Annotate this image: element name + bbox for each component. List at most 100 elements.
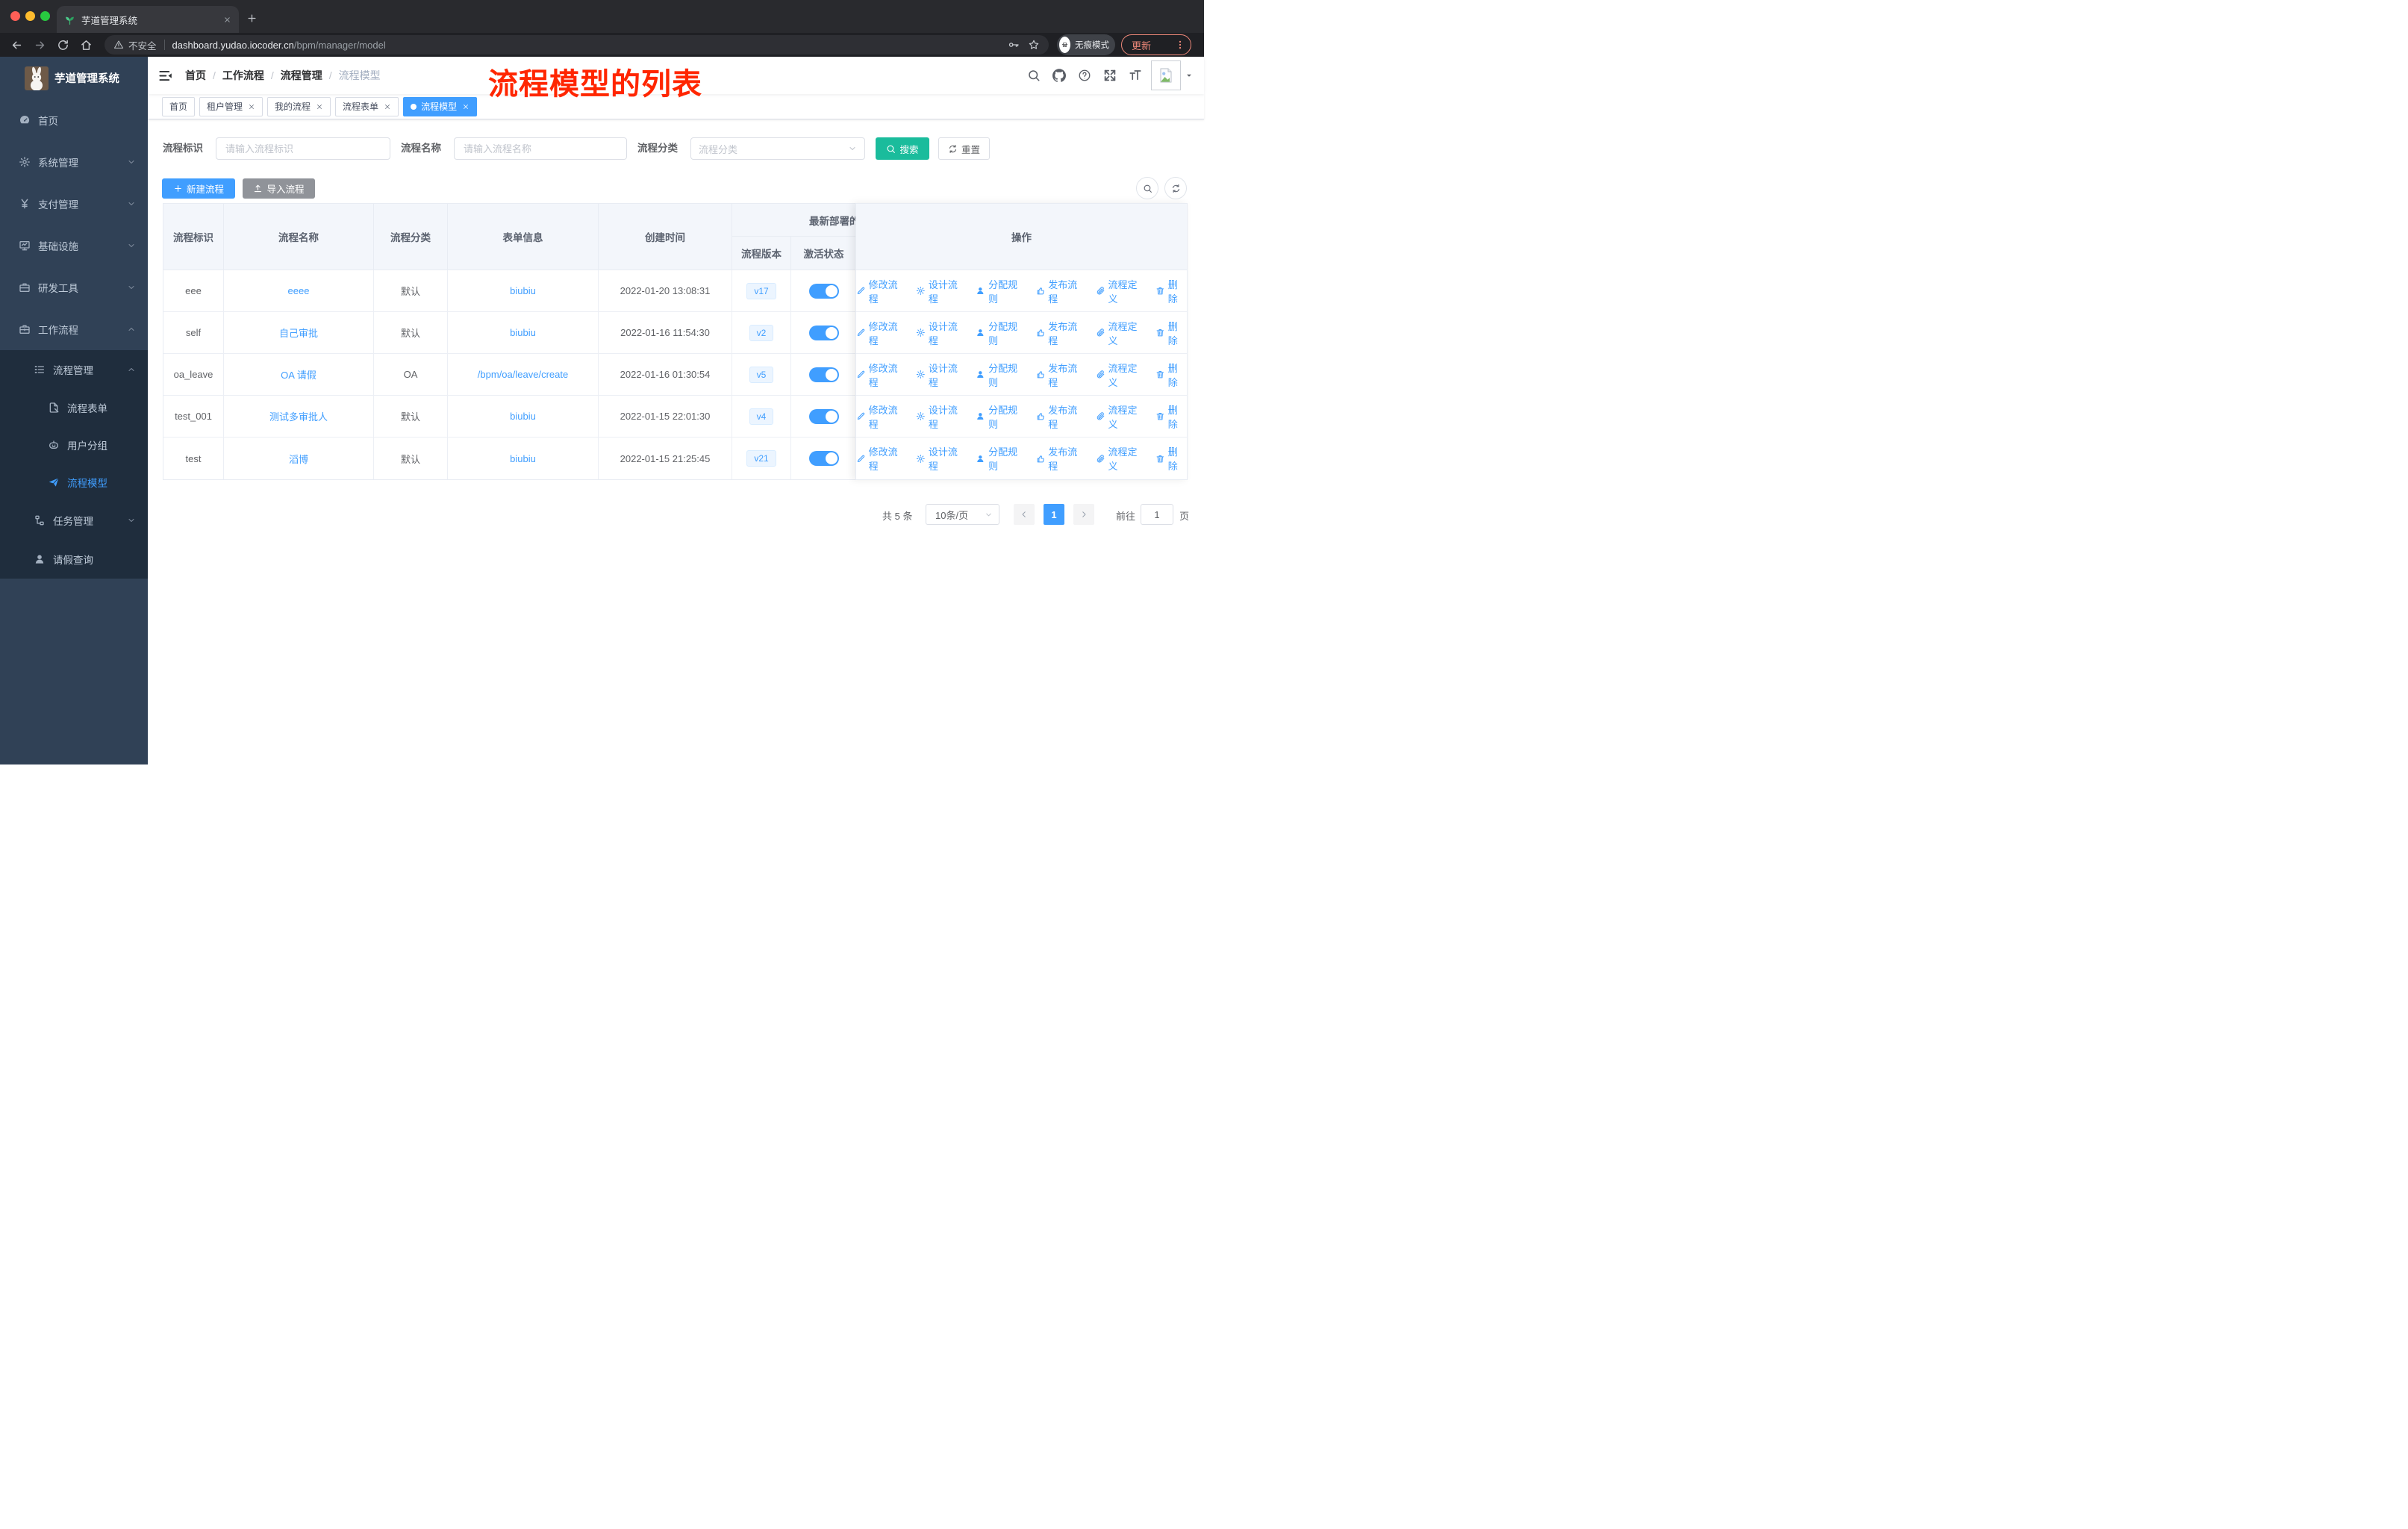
action-gear-link[interactable]: 设计流程 [916, 361, 966, 389]
active-toggle[interactable] [808, 367, 839, 382]
action-pencil-link[interactable]: 修改流程 [856, 444, 906, 473]
address-bar[interactable]: 不安全 dashboard.yudao.iocoder.cn/bpm/manag… [105, 35, 1049, 55]
action-thumb-link[interactable]: 发布流程 [1036, 319, 1086, 347]
toggle-search-button[interactable] [1136, 177, 1158, 199]
import-process-button[interactable]: 导入流程 [243, 178, 315, 199]
action-paperclip-link[interactable]: 流程定义 [1096, 361, 1146, 389]
tag-4[interactable]: 流程模型 [403, 96, 478, 116]
breadcrumb-item[interactable]: 流程管理 [281, 68, 322, 83]
active-toggle[interactable] [808, 451, 839, 466]
window-close-button[interactable] [10, 11, 20, 21]
sidebar-logo-row[interactable]: 芋道管理系统 [0, 57, 148, 99]
create-process-button[interactable]: 新建流程 [162, 178, 235, 199]
tag-close-icon[interactable] [462, 103, 470, 110]
search-button[interactable]: 搜索 [876, 137, 929, 160]
tag-1[interactable]: 租户管理 [199, 96, 263, 116]
breadcrumb-item[interactable]: 首页 [185, 68, 206, 83]
browser-menu-dots-icon[interactable] [1175, 40, 1185, 50]
action-user-link[interactable]: 分配规则 [976, 277, 1026, 305]
help-icon[interactable] [1078, 69, 1091, 82]
sidebar-fold-icon[interactable] [158, 69, 172, 83]
action-thumb-link[interactable]: 发布流程 [1036, 402, 1086, 431]
sidebar-item-8[interactable]: 用户分组 [0, 426, 148, 464]
action-user-link[interactable]: 分配规则 [976, 361, 1026, 389]
sidebar-item-11[interactable]: 请假查询 [0, 540, 148, 579]
github-icon[interactable] [1052, 69, 1066, 82]
sidebar-item-4[interactable]: 研发工具 [0, 267, 148, 308]
form-link[interactable]: biubiu [510, 327, 536, 338]
action-thumb-link[interactable]: 发布流程 [1036, 361, 1086, 389]
action-trash-link[interactable]: 删除 [1155, 277, 1187, 305]
reset-button[interactable]: 重置 [938, 137, 990, 160]
name-link[interactable]: OA 请假 [281, 367, 316, 382]
form-link[interactable]: /bpm/oa/leave/create [478, 369, 568, 380]
name-link[interactable]: eeee [288, 285, 310, 296]
form-link[interactable]: biubiu [510, 285, 536, 296]
page-size-select[interactable]: 10条/页 [926, 504, 999, 525]
action-pencil-link[interactable]: 修改流程 [856, 402, 906, 431]
name-link[interactable]: 自己审批 [279, 326, 318, 340]
refresh-table-button[interactable] [1164, 177, 1187, 199]
active-toggle[interactable] [808, 283, 839, 299]
action-trash-link[interactable]: 删除 [1155, 444, 1187, 473]
pagination-page-1[interactable]: 1 [1044, 504, 1064, 525]
avatar-caret-down-icon[interactable] [1185, 71, 1194, 80]
window-zoom-button[interactable] [40, 11, 50, 21]
breadcrumb-item[interactable]: 工作流程 [222, 68, 264, 83]
password-key-icon[interactable] [1008, 39, 1020, 51]
action-user-link[interactable]: 分配规则 [976, 319, 1026, 347]
action-pencil-link[interactable]: 修改流程 [856, 361, 906, 389]
browser-update-button[interactable]: 更新 [1121, 34, 1191, 55]
action-trash-link[interactable]: 删除 [1155, 402, 1187, 431]
sidebar-item-3[interactable]: 基础设施 [0, 225, 148, 267]
name-link[interactable]: 测试多审批人 [269, 409, 328, 423]
action-paperclip-link[interactable]: 流程定义 [1096, 444, 1146, 473]
reload-icon[interactable] [57, 39, 69, 52]
action-paperclip-link[interactable]: 流程定义 [1096, 319, 1146, 347]
user-avatar[interactable] [1151, 60, 1181, 90]
tab-close-icon[interactable] [223, 16, 231, 24]
sidebar-item-2[interactable]: 支付管理 [0, 183, 148, 225]
sidebar-item-5[interactable]: 工作流程 [0, 308, 148, 350]
form-link[interactable]: biubiu [510, 411, 536, 422]
action-pencil-link[interactable]: 修改流程 [856, 277, 906, 305]
tag-0[interactable]: 首页 [162, 96, 196, 116]
pagination-goto-input[interactable] [1141, 504, 1173, 525]
action-paperclip-link[interactable]: 流程定义 [1096, 277, 1146, 305]
name-link[interactable]: 滔博 [289, 452, 308, 466]
active-toggle[interactable] [808, 325, 839, 340]
font-size-icon[interactable] [1129, 69, 1142, 82]
action-user-link[interactable]: 分配规则 [976, 402, 1026, 431]
active-toggle[interactable] [808, 408, 839, 424]
new-tab-button[interactable] [246, 13, 258, 24]
fullscreen-icon[interactable] [1103, 69, 1117, 82]
window-minimize-button[interactable] [25, 11, 35, 21]
filter-select-category[interactable]: 流程分类 [690, 137, 865, 160]
header-search-icon[interactable] [1027, 69, 1041, 82]
action-trash-link[interactable]: 删除 [1155, 361, 1187, 389]
sidebar-item-6[interactable]: 流程管理 [0, 350, 148, 389]
update-label[interactable]: 更新 [1132, 38, 1151, 52]
not-secure-warning-icon[interactable] [113, 40, 124, 50]
tag-close-icon[interactable] [316, 103, 323, 110]
forward-icon[interactable] [34, 39, 46, 52]
action-thumb-link[interactable]: 发布流程 [1036, 444, 1086, 473]
browser-tab[interactable]: 芋道管理系统 [57, 6, 239, 33]
home-icon[interactable] [80, 39, 93, 52]
bookmark-star-icon[interactable] [1028, 39, 1040, 51]
action-gear-link[interactable]: 设计流程 [916, 444, 966, 473]
sidebar-item-7[interactable]: 流程表单 [0, 389, 148, 426]
tag-2[interactable]: 我的流程 [267, 96, 331, 116]
action-paperclip-link[interactable]: 流程定义 [1096, 402, 1146, 431]
pagination-prev-button[interactable] [1014, 504, 1035, 525]
form-link[interactable]: biubiu [510, 453, 536, 464]
sidebar-item-10[interactable]: 任务管理 [0, 501, 148, 540]
tag-close-icon[interactable] [248, 103, 255, 110]
sidebar-item-9[interactable]: 流程模型 [0, 464, 148, 501]
sidebar-item-1[interactable]: 系统管理 [0, 141, 148, 183]
action-trash-link[interactable]: 删除 [1155, 319, 1187, 347]
action-gear-link[interactable]: 设计流程 [916, 402, 966, 431]
action-pencil-link[interactable]: 修改流程 [856, 319, 906, 347]
action-user-link[interactable]: 分配规则 [976, 444, 1026, 473]
sidebar-item-0[interactable]: 首页 [0, 99, 148, 141]
